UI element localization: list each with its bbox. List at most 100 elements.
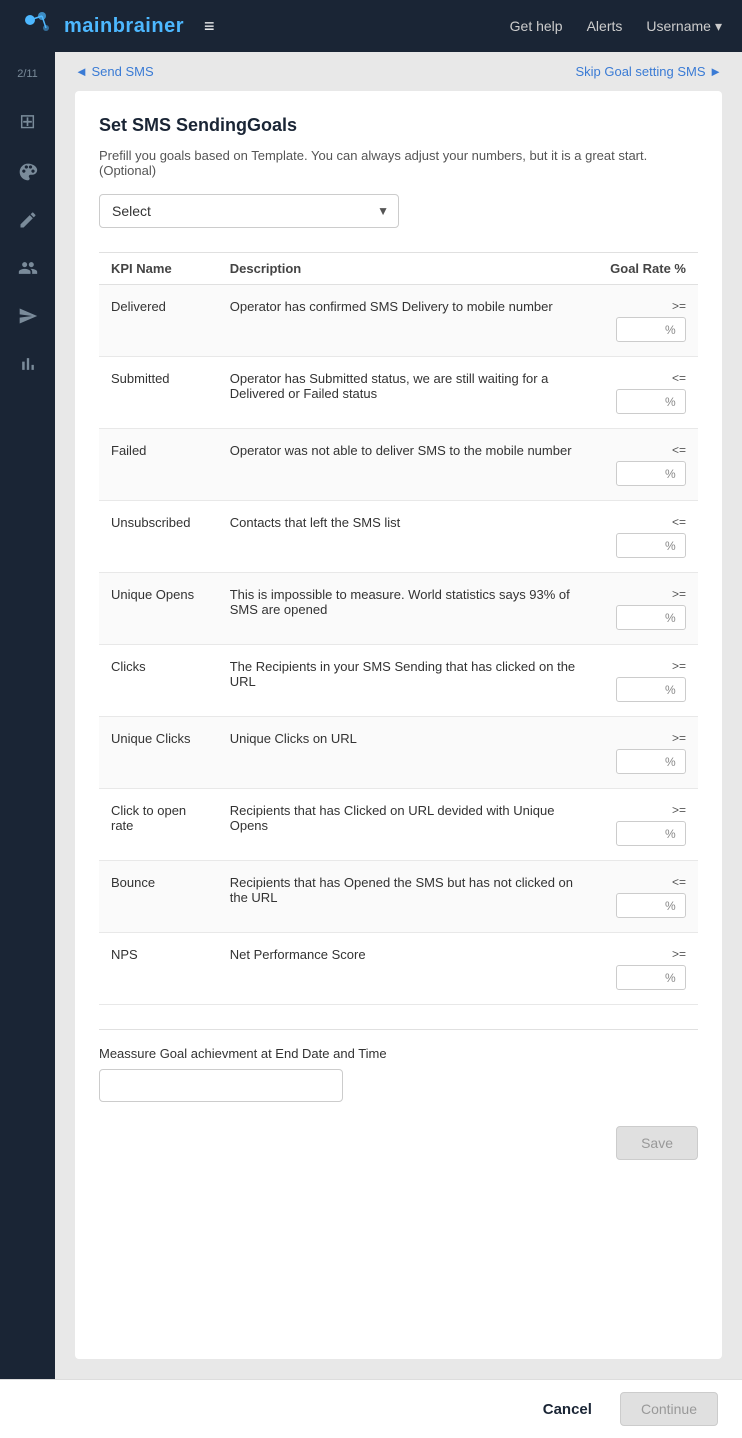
kpi-goal-cell: <=% <box>594 429 698 501</box>
percent-symbol: % <box>665 395 680 409</box>
logo-icon <box>20 8 56 44</box>
cancel-button[interactable]: Cancel <box>527 1393 608 1426</box>
kpi-goal-cell: <=% <box>594 861 698 933</box>
goal-rate-input[interactable] <box>617 750 665 773</box>
back-link[interactable]: Send SMS <box>75 64 154 79</box>
table-row: SubmittedOperator has Submitted status, … <box>99 357 698 429</box>
kpi-description-cell: Operator was not able to deliver SMS to … <box>218 429 594 501</box>
card-subtitle: Prefill you goals based on Template. You… <box>99 148 698 178</box>
goal-rate-input[interactable] <box>617 822 665 845</box>
goal-operator: >= <box>672 299 686 313</box>
goal-rate-input[interactable] <box>617 390 665 413</box>
table-row: Click to open rateRecipients that has Cl… <box>99 789 698 861</box>
table-row: Unique OpensThis is impossible to measur… <box>99 573 698 645</box>
goal-operator: <= <box>672 875 686 889</box>
users-icon[interactable] <box>18 258 38 278</box>
kpi-goal-cell: >=% <box>594 573 698 645</box>
kpi-description-cell: Recipients that has Clicked on URL devid… <box>218 789 594 861</box>
kpi-name-cell: NPS <box>99 933 218 1005</box>
goal-operator: >= <box>672 947 686 961</box>
goal-rate-input[interactable] <box>617 894 665 917</box>
logo-text: mainbrainer <box>64 15 184 38</box>
send-icon[interactable] <box>18 306 38 326</box>
page-content: Send SMS Skip Goal setting SMS Set SMS S… <box>55 52 742 1379</box>
goal-operator: <= <box>672 443 686 457</box>
percent-symbol: % <box>665 683 680 697</box>
breadcrumb: Send SMS Skip Goal setting SMS <box>55 52 742 91</box>
goal-rate-input[interactable] <box>617 318 665 341</box>
table-row: NPSNet Performance Score >=% <box>99 933 698 1005</box>
kpi-description-cell: Recipients that has Opened the SMS but h… <box>218 861 594 933</box>
template-select[interactable]: Select <box>99 194 399 228</box>
percent-symbol: % <box>665 323 680 337</box>
kpi-name-cell: Bounce <box>99 861 218 933</box>
kpi-description-cell: Net Performance Score <box>218 933 594 1005</box>
kpi-description-cell: Operator has confirmed SMS Delivery to m… <box>218 285 594 357</box>
kpi-goal-cell: >=% <box>594 645 698 717</box>
nav-right-links: Get help Alerts Username ▾ <box>510 18 722 35</box>
kpi-goal-cell: >=% <box>594 789 698 861</box>
kpi-description-cell: Unique Clicks on URL <box>218 717 594 789</box>
goal-operator: <= <box>672 515 686 529</box>
kpi-table: KPI Name Description Goal Rate % Deliver… <box>99 252 698 1005</box>
percent-symbol: % <box>665 899 680 913</box>
save-row: Save <box>99 1126 698 1160</box>
col-header-description: Description <box>218 253 594 285</box>
goal-rate-input[interactable] <box>617 966 665 989</box>
username-dropdown[interactable]: Username ▾ <box>646 18 722 35</box>
kpi-name-cell: Click to open rate <box>99 789 218 861</box>
percent-symbol: % <box>665 971 680 985</box>
top-navigation: mainbrainer ≡ Get help Alerts Username ▾ <box>0 0 742 52</box>
goal-operator: >= <box>672 731 686 745</box>
kpi-name-cell: Delivered <box>99 285 218 357</box>
sidebar: 2/11 ⊞ <box>0 52 55 1379</box>
table-row: Unique ClicksUnique Clicks on URL>=% <box>99 717 698 789</box>
goal-operator: >= <box>672 587 686 601</box>
alerts-link[interactable]: Alerts <box>587 18 623 34</box>
continue-button[interactable]: Continue <box>620 1392 718 1426</box>
hamburger-menu[interactable]: ≡ <box>204 16 215 37</box>
page-title: Set SMS SendingGoals <box>99 115 698 136</box>
template-select-wrapper: Select ▼ <box>99 194 399 228</box>
bottom-bar: Cancel Continue <box>0 1379 742 1438</box>
palette-icon[interactable] <box>18 162 38 182</box>
chart-icon[interactable] <box>18 354 38 374</box>
goal-operator: >= <box>672 803 686 817</box>
goal-rate-input[interactable] <box>617 606 665 629</box>
main-layout: 2/11 ⊞ Send SMS Skip Goal setting SMS Se… <box>0 52 742 1379</box>
goal-rate-input[interactable] <box>617 462 665 485</box>
table-row: BounceRecipients that has Opened the SMS… <box>99 861 698 933</box>
logo-area: mainbrainer ≡ <box>20 8 510 44</box>
col-header-goal-rate: Goal Rate % <box>594 253 698 285</box>
save-button[interactable]: Save <box>616 1126 698 1160</box>
step-indicator: 2/11 <box>17 68 38 81</box>
kpi-name-cell: Unsubscribed <box>99 501 218 573</box>
kpi-name-cell: Unique Clicks <box>99 717 218 789</box>
kpi-goal-cell: <=% <box>594 501 698 573</box>
percent-symbol: % <box>665 539 680 553</box>
goal-operator: >= <box>672 659 686 673</box>
table-row: DeliveredOperator has confirmed SMS Deli… <box>99 285 698 357</box>
kpi-goal-cell: >=% <box>594 285 698 357</box>
kpi-name-cell: Failed <box>99 429 218 501</box>
edit-icon[interactable] <box>18 210 38 230</box>
measure-date-input[interactable] <box>99 1069 343 1102</box>
measure-label: Meassure Goal achievment at End Date and… <box>99 1046 698 1061</box>
kpi-name-cell: Submitted <box>99 357 218 429</box>
main-card: Set SMS SendingGoals Prefill you goals b… <box>75 91 722 1359</box>
percent-symbol: % <box>665 827 680 841</box>
kpi-goal-cell: >=% <box>594 717 698 789</box>
kpi-name-cell: Clicks <box>99 645 218 717</box>
measure-section: Meassure Goal achievment at End Date and… <box>99 1029 698 1102</box>
table-row: UnsubscribedContacts that left the SMS l… <box>99 501 698 573</box>
percent-symbol: % <box>665 611 680 625</box>
percent-symbol: % <box>665 755 680 769</box>
goal-operator: <= <box>672 371 686 385</box>
table-icon[interactable]: ⊞ <box>19 109 36 134</box>
goal-rate-input[interactable] <box>617 678 665 701</box>
kpi-name-cell: Unique Opens <box>99 573 218 645</box>
goal-rate-input[interactable] <box>617 534 665 557</box>
kpi-description-cell: The Recipients in your SMS Sending that … <box>218 645 594 717</box>
get-help-link[interactable]: Get help <box>510 18 563 34</box>
skip-link[interactable]: Skip Goal setting SMS <box>575 64 722 79</box>
